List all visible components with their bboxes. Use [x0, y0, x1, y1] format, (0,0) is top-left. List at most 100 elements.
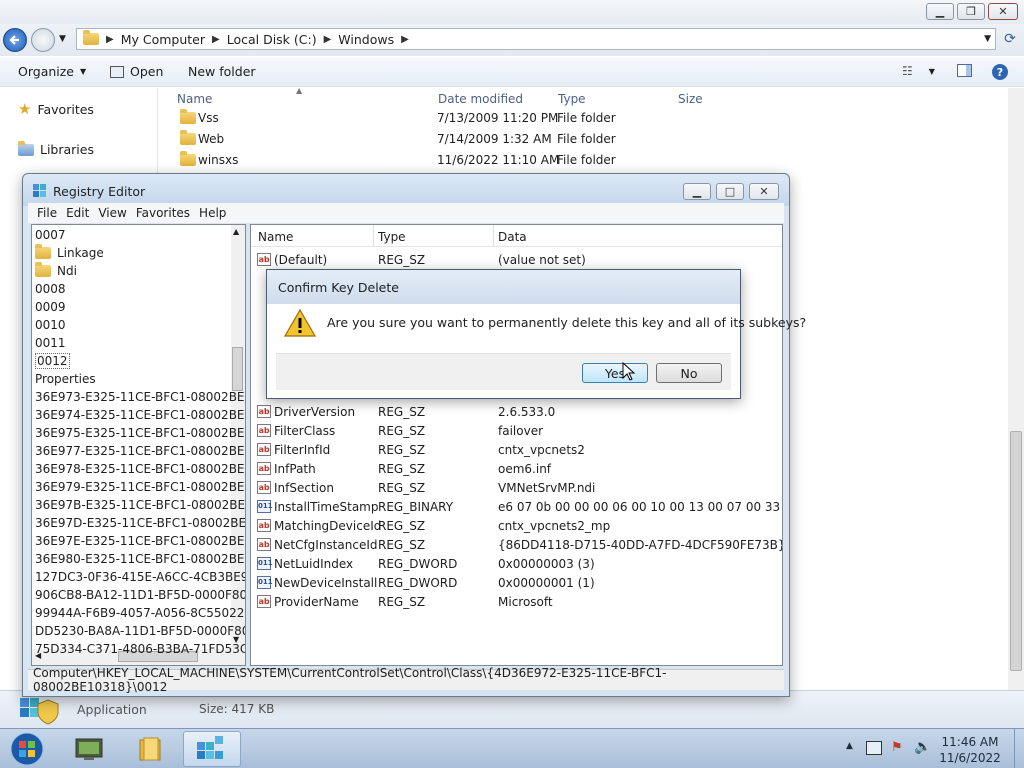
scrollbar-thumb[interactable]	[232, 347, 243, 391]
open-button[interactable]: Open	[110, 64, 163, 79]
value-type: REG_SZ	[378, 594, 426, 609]
column-divider[interactable]	[493, 225, 494, 247]
value-row[interactable]: ab FilterInfId REG_SZ cntx_vpcnets2	[251, 440, 782, 459]
value-type: REG_SZ	[378, 480, 426, 495]
tree-node[interactable]: 36E979-E325-11CE-BFC1-08002BE103	[35, 478, 245, 496]
close-button[interactable]: ✕	[988, 3, 1018, 20]
tree-node[interactable]: 36E97E-E325-11CE-BFC1-08002BE103	[35, 532, 245, 550]
tree-node[interactable]: 36E980-E325-11CE-BFC1-08002BE103	[35, 550, 245, 568]
registry-editor-icon	[197, 736, 223, 759]
tree-node[interactable]: Properties	[35, 370, 96, 388]
file-row[interactable]: Web 7/14/2009 1:32 AM File folder	[176, 128, 776, 149]
tree-node[interactable]: 36E97D-E325-11CE-BFC1-08002BE103	[35, 514, 245, 532]
tree-node[interactable]: 0008	[35, 280, 66, 298]
chevron-down-icon: ▼	[80, 67, 87, 76]
value-row[interactable]: ab DriverVersion REG_SZ 2.6.533.0	[251, 402, 782, 421]
taskbar-server-manager[interactable]	[60, 731, 118, 767]
value-row[interactable]: 011 InstallTimeStamp REG_BINARY e6 07 0b…	[251, 497, 782, 516]
address-bar[interactable]: ▶ My Computer ▶ Local Disk (C:) ▶ Window…	[76, 28, 996, 50]
value-row[interactable]: ab ProviderName REG_SZ Microsoft	[251, 592, 782, 611]
tree-node[interactable]: Ndi	[35, 262, 77, 280]
tree-node[interactable]: 36E975-E325-11CE-BFC1-08002BE103	[35, 424, 245, 442]
regedit-close-button[interactable]: ✕	[749, 183, 779, 200]
tree-node[interactable]: 75D334-C371-4806-B3BA-71FD53C97	[35, 640, 245, 658]
explorer-scrollbar[interactable]	[1008, 88, 1024, 690]
tree-node[interactable]: 0011	[35, 334, 66, 352]
column-value-name[interactable]: Name	[258, 230, 293, 244]
tree-node[interactable]: 0009	[35, 298, 66, 316]
breadcrumb-my-computer[interactable]: My Computer	[121, 32, 205, 47]
value-row[interactable]: ab InfPath REG_SZ oem6.inf	[251, 459, 782, 478]
tree-node[interactable]: 36E978-E325-11CE-BFC1-08002BE103	[35, 460, 245, 478]
refresh-button[interactable]: ⟳	[998, 28, 1022, 50]
file-row[interactable]: winsxs 11/6/2022 11:10 AM File folder	[176, 149, 776, 170]
help-button[interactable]: ?	[992, 64, 1008, 80]
tree-node[interactable]: 0007	[35, 226, 66, 244]
column-value-type[interactable]: Type	[378, 230, 406, 244]
yes-button[interactable]: Yes	[582, 363, 648, 383]
tree-node[interactable]: 36E97B-E325-11CE-BFC1-08002BE103	[35, 496, 245, 514]
regedit-minimize-button[interactable]: ▁	[683, 183, 711, 200]
network-icon[interactable]	[866, 741, 882, 755]
breadcrumb-separator-icon[interactable]: ▶	[106, 34, 114, 45]
tree-node-label: DD5230-BA8A-11D1-BF5D-0000F805F	[35, 624, 246, 638]
regedit-maximize-button[interactable]: □	[716, 183, 744, 200]
organize-button[interactable]: Organize ▼	[18, 64, 86, 79]
breadcrumb-separator-icon[interactable]: ▶	[324, 34, 332, 45]
nav-libraries[interactable]: Libraries	[18, 140, 94, 157]
value-row[interactable]: 011 NetLuidIndex REG_DWORD 0x00000003 (3…	[251, 554, 782, 573]
back-button[interactable]	[3, 28, 27, 52]
file-row[interactable]: Vss 7/13/2009 11:20 PM File folder	[176, 107, 776, 128]
preview-pane-button[interactable]	[957, 64, 972, 77]
value-name: NetCfgInstanceId	[274, 537, 378, 552]
tree-node[interactable]: Linkage	[35, 244, 104, 262]
taskbar-explorer[interactable]	[121, 731, 179, 767]
tree-node[interactable]: 36E973-E325-11CE-BFC1-08002BE103	[35, 388, 245, 406]
value-row[interactable]: ab InfSection REG_SZ VMNetSrvMP.ndi	[251, 478, 782, 497]
details-file-size: Size: 417 KB	[199, 702, 275, 716]
scroll-up-icon[interactable]: ▲	[233, 227, 239, 236]
menu-view[interactable]: View	[98, 206, 126, 220]
tree-node[interactable]: 127DC3-0F36-415E-A6CC-4CB3BE910	[35, 568, 245, 586]
tree-node[interactable]: 99944A-F6B9-4057-A056-8C5502285	[35, 604, 245, 622]
minimize-button[interactable]: ▁	[926, 3, 954, 20]
menu-edit[interactable]: Edit	[66, 206, 89, 220]
value-row[interactable]: ab MatchingDeviceId REG_SZ cntx_vpcnets2…	[251, 516, 782, 535]
new-folder-button[interactable]: New folder	[188, 64, 256, 79]
maximize-button[interactable]: ❐	[957, 3, 985, 20]
value-row[interactable]: ab (Default) REG_SZ (value not set)	[251, 250, 782, 269]
taskbar-registry-editor[interactable]	[183, 731, 241, 767]
value-row[interactable]: ab NetCfgInstanceId REG_SZ {86DD4118-D71…	[251, 535, 782, 554]
volume-icon[interactable]: 🔈	[914, 739, 931, 755]
recent-pages-chevron-icon[interactable]: ▼	[59, 34, 66, 44]
tree-node[interactable]: 36E974-E325-11CE-BFC1-08002BE103	[35, 406, 245, 424]
tree-node[interactable]: 906CB8-BA12-11D1-BF5D-0000F805F	[35, 586, 245, 604]
show-desktop-button[interactable]	[1014, 729, 1024, 768]
tree-node[interactable]: DD5230-BA8A-11D1-BF5D-0000F805F	[35, 622, 246, 640]
column-divider[interactable]	[373, 225, 374, 247]
address-dropdown-icon[interactable]: ▼	[984, 34, 991, 44]
breadcrumb-separator-icon[interactable]: ▶	[401, 34, 409, 45]
tree-node-label: 0007	[35, 228, 66, 242]
change-view-button[interactable]: ☷ ▼	[902, 64, 935, 78]
tree-node[interactable]: 0010	[35, 316, 66, 334]
scrollbar-thumb[interactable]	[1010, 431, 1022, 671]
breadcrumb-separator-icon[interactable]: ▶	[212, 34, 220, 45]
value-row[interactable]: 011 NewDeviceInstall REG_DWORD 0x0000000…	[251, 573, 782, 592]
column-value-data[interactable]: Data	[498, 230, 527, 244]
system-clock[interactable]: 11:46 AM 11/6/2022	[930, 734, 1010, 766]
start-button[interactable]	[2, 730, 52, 768]
menu-favorites[interactable]: Favorites	[136, 206, 190, 220]
menu-file[interactable]: File	[37, 206, 57, 220]
value-row[interactable]: ab FilterClass REG_SZ failover	[251, 421, 782, 440]
forward-button[interactable]	[31, 28, 55, 52]
tree-node[interactable]: 36E977-E325-11CE-BFC1-08002BE103	[35, 442, 245, 460]
menu-help[interactable]: Help	[199, 206, 226, 220]
nav-favorites[interactable]: ★ Favorites	[18, 100, 94, 118]
show-hidden-icons-button[interactable]: ▲	[846, 741, 853, 751]
tree-node[interactable]: 0012	[35, 352, 70, 370]
action-center-flag-icon[interactable]: ⚑	[891, 740, 907, 756]
breadcrumb-local-disk[interactable]: Local Disk (C:)	[227, 32, 317, 47]
breadcrumb-windows[interactable]: Windows	[338, 32, 394, 47]
no-button[interactable]: No	[656, 363, 722, 383]
